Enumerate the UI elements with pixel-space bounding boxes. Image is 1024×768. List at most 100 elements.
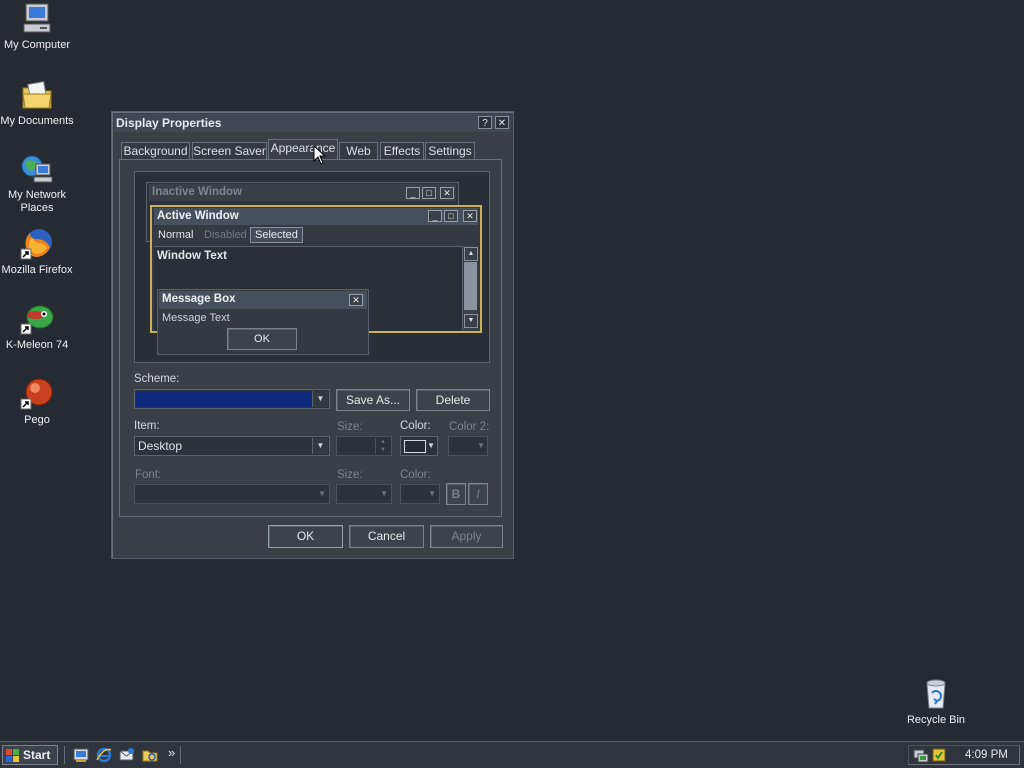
mouse-cursor-icon <box>313 145 327 165</box>
desktop-icon-my-network-places[interactable]: My Network Places <box>0 152 74 215</box>
font-size-dropdown: ▼ <box>336 484 392 504</box>
desktop-icon-my-documents[interactable]: My Documents <box>0 78 74 128</box>
menu-selected: Selected <box>250 227 303 243</box>
chevron-down-icon: ▼ <box>428 489 436 498</box>
bold-button: B <box>446 483 466 505</box>
close-icon: ✕ <box>349 294 363 306</box>
recycle-bin-icon <box>919 677 953 711</box>
network-tray-icon[interactable] <box>913 747 929 763</box>
preview-scrollbar: ▲ ▼ <box>462 246 478 330</box>
scroll-down-icon: ▼ <box>464 314 478 328</box>
start-label: Start <box>23 748 51 762</box>
ok-button[interactable]: OK <box>268 525 343 548</box>
desktop-icon-label: Recycle Bin <box>906 714 966 726</box>
chevron-down-icon: ▼ <box>380 489 388 498</box>
chevron-down-icon: ▼ <box>427 441 435 450</box>
folder-icon <box>20 78 54 112</box>
maximize-icon: □ <box>422 187 436 199</box>
security-tray-icon[interactable] <box>931 747 947 763</box>
font-size-label: Size: <box>337 469 363 481</box>
close-button[interactable]: ✕ <box>495 116 509 129</box>
color-picker[interactable]: ▼ <box>400 436 438 456</box>
start-button[interactable]: Start <box>2 745 58 765</box>
font-color-picker: ▼ <box>400 484 440 504</box>
item-dropdown[interactable]: Desktop ▼ <box>134 436 330 456</box>
tab-web[interactable]: Web <box>339 142 378 159</box>
size-label: Size: <box>337 421 363 433</box>
desktop-icon-my-computer[interactable]: My Computer <box>0 2 74 52</box>
taskbar: Start » 4:09 PM <box>0 741 1024 768</box>
minimize-icon: _ <box>428 210 442 222</box>
chevron-down-icon: ▼ <box>477 441 485 450</box>
computer-icon <box>20 2 54 36</box>
tab-effects[interactable]: Effects <box>380 142 424 159</box>
menu-disabled: Disabled <box>204 229 247 241</box>
scheme-dropdown[interactable]: ▼ <box>134 389 330 409</box>
outlook-express-icon[interactable] <box>119 747 135 763</box>
firefox-icon <box>20 227 54 261</box>
item-label: Item: <box>134 420 160 432</box>
cancel-button[interactable]: Cancel <box>349 525 424 548</box>
spinner-arrows-icon: ▲ ▼ <box>375 438 390 454</box>
dialog-title-bar[interactable]: Display Properties ? ✕ <box>114 114 511 132</box>
scheme-selected-value <box>136 391 312 407</box>
desktop-icon-label: My Network Places <box>7 189 67 214</box>
k-meleon-icon <box>20 302 54 336</box>
close-icon: ✕ <box>463 210 477 222</box>
desktop-icon-label: Pego <box>24 414 50 426</box>
menu-normal: Normal <box>158 229 194 241</box>
font-color-label: Color: <box>400 469 431 481</box>
message-ok-button: OK <box>227 328 297 350</box>
message-box-title: Message Box <box>159 291 367 309</box>
chevron-down-icon: ▼ <box>312 391 328 407</box>
scheme-label: Scheme: <box>134 373 180 385</box>
chevron-down-icon: ▼ <box>312 438 328 454</box>
windows-explorer-icon[interactable] <box>142 747 158 763</box>
dialog-title: Display Properties <box>116 116 222 130</box>
color-swatch <box>404 440 426 453</box>
color2-picker: ▼ <box>448 436 488 456</box>
desktop-icon-recycle-bin[interactable]: Recycle Bin <box>899 677 973 727</box>
scroll-up-icon: ▲ <box>464 247 478 261</box>
tab-background[interactable]: Background <box>121 142 190 159</box>
window-text: Window Text <box>157 250 227 262</box>
preview-menu-bar: Normal Disabled Selected <box>154 227 476 245</box>
size-stepper: ▲ ▼ <box>336 436 392 456</box>
network-icon <box>20 152 54 186</box>
internet-explorer-icon[interactable] <box>96 747 112 763</box>
close-icon: ✕ <box>440 187 454 199</box>
desktop-icon-mozilla-firefox[interactable]: Mozilla Firefox <box>0 227 74 277</box>
italic-button: I <box>468 483 488 505</box>
quick-launch-chevron[interactable]: » <box>168 745 175 760</box>
desktop-icon-label: K-Meleon 74 <box>5 339 69 351</box>
color2-label: Color 2: <box>449 421 490 433</box>
desktop-icon-label: Mozilla Firefox <box>1 264 73 276</box>
color-label: Color: <box>400 420 431 432</box>
scroll-thumb <box>464 262 477 310</box>
tab-screen-saver[interactable]: Screen Saver <box>192 142 267 159</box>
desktop-icon-pego[interactable]: Pego <box>0 377 74 427</box>
desktop-icon-k-meleon[interactable]: K-Meleon 74 <box>0 302 74 352</box>
minimize-icon: _ <box>406 187 420 199</box>
system-tray: 4:09 PM <box>908 745 1020 765</box>
apply-button: Apply <box>430 525 503 548</box>
taskbar-separator <box>180 746 183 764</box>
maximize-icon: □ <box>444 210 458 222</box>
help-button[interactable]: ? <box>478 116 492 129</box>
windows-logo-icon <box>6 749 19 762</box>
pego-icon <box>20 377 54 411</box>
save-as-button[interactable]: Save As... <box>336 389 410 411</box>
font-dropdown: ▼ <box>134 484 330 504</box>
show-desktop-icon[interactable] <box>73 747 89 763</box>
message-text: Message Text <box>162 312 230 324</box>
delete-button[interactable]: Delete <box>416 389 490 411</box>
clock[interactable]: 4:09 PM <box>965 749 1008 761</box>
tab-settings[interactable]: Settings <box>425 142 475 159</box>
preview-message-box: Message Box ✕ Message Text OK <box>157 289 369 355</box>
desktop-icon-label: My Documents <box>0 115 74 127</box>
chevron-down-icon: ▼ <box>318 489 326 498</box>
font-label: Font: <box>135 469 162 481</box>
item-value: Desktop <box>138 439 183 453</box>
taskbar-separator <box>64 746 67 764</box>
tab-appearance[interactable]: Appearance <box>268 139 338 160</box>
